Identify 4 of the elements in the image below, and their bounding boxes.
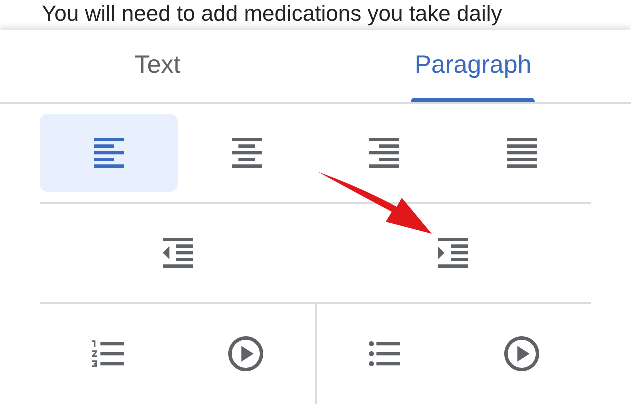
tab[interactable]: Text bbox=[0, 30, 316, 102]
document-text: You will need to add medications you take daily bbox=[42, 0, 504, 28]
tab[interactable]: Paragraph bbox=[316, 30, 631, 102]
alignment-button[interactable] bbox=[40, 114, 178, 192]
